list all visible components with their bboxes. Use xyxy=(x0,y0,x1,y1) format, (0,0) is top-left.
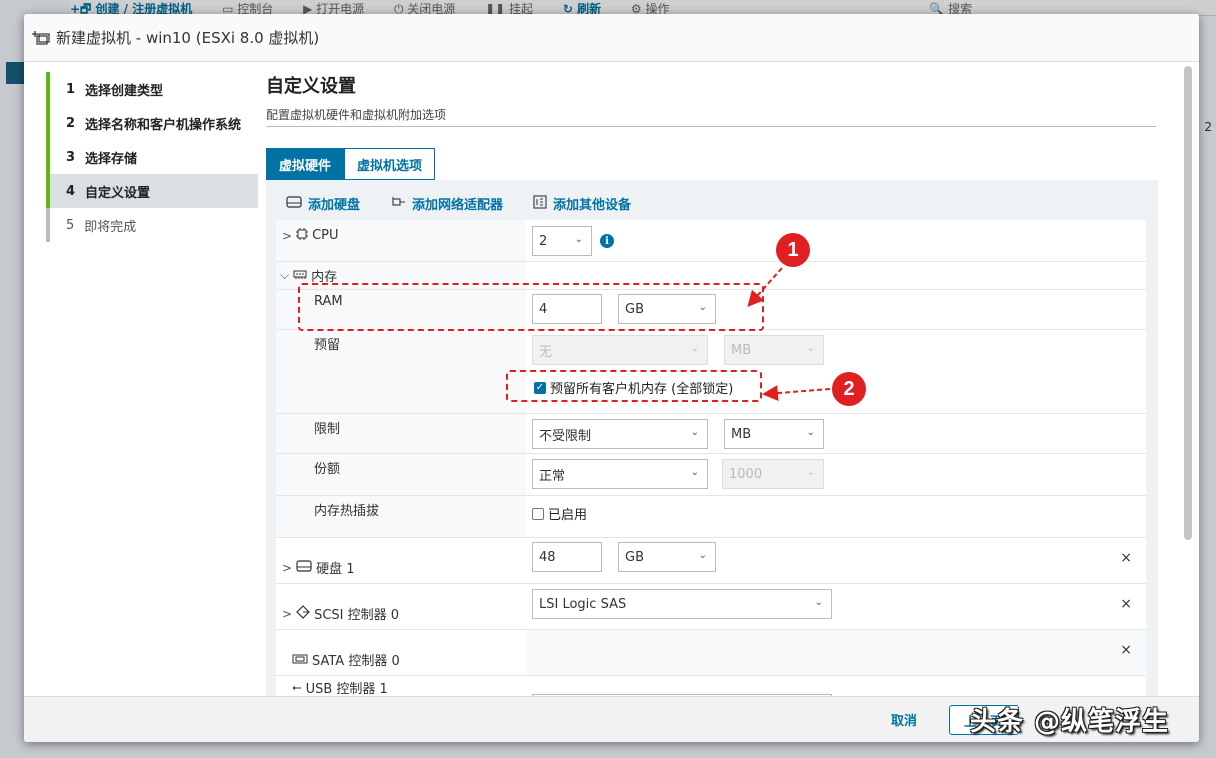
annotation-badge-2: 2 xyxy=(832,372,866,406)
cancel-button[interactable]: 取消 xyxy=(891,710,917,729)
new-vm-dialog: 新建虚拟机 - win10 (ESXi 8.0 虚拟机) 1 选择创建类型 2 选择… xyxy=(24,14,1199,742)
annotation-arrows xyxy=(747,267,831,402)
annotation-badge-1: 1 xyxy=(776,233,810,267)
watermark: 头条 @纵笔浮生 xyxy=(970,707,1170,737)
